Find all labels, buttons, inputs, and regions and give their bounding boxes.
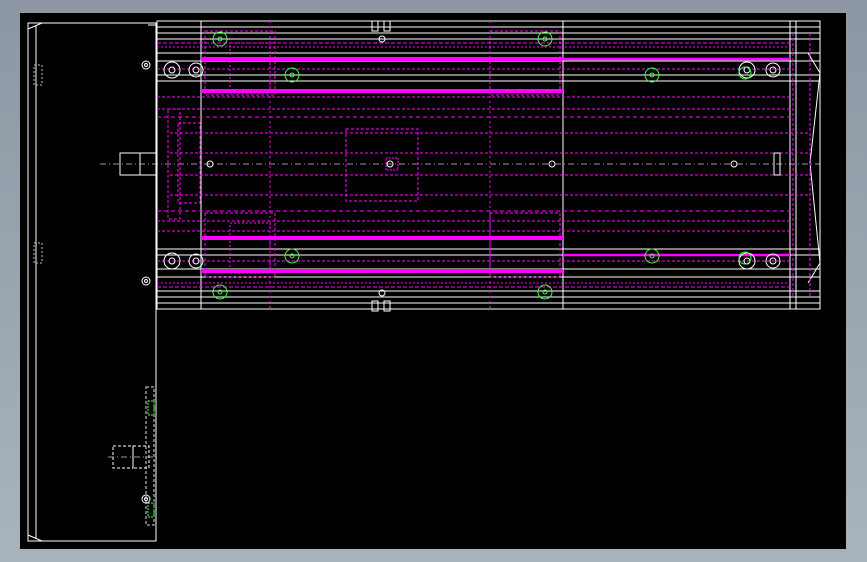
side-view-outline xyxy=(27,22,157,542)
rail-outline xyxy=(156,20,821,310)
cad-drawing xyxy=(27,20,821,542)
screw-icon xyxy=(163,61,181,79)
bearing-block xyxy=(489,212,561,278)
end-cap xyxy=(789,20,821,310)
centerlines xyxy=(100,163,820,458)
side-view xyxy=(27,22,157,542)
screw-icon xyxy=(738,61,756,79)
rail-assembly xyxy=(156,20,821,312)
ball-nut xyxy=(345,128,419,202)
cad-viewport[interactable] xyxy=(20,13,846,549)
bolt-icon xyxy=(141,276,151,286)
bearing-block xyxy=(489,30,561,96)
carriage-plate xyxy=(200,20,564,310)
bearing-block xyxy=(204,30,276,96)
bolt-icon xyxy=(141,60,151,70)
